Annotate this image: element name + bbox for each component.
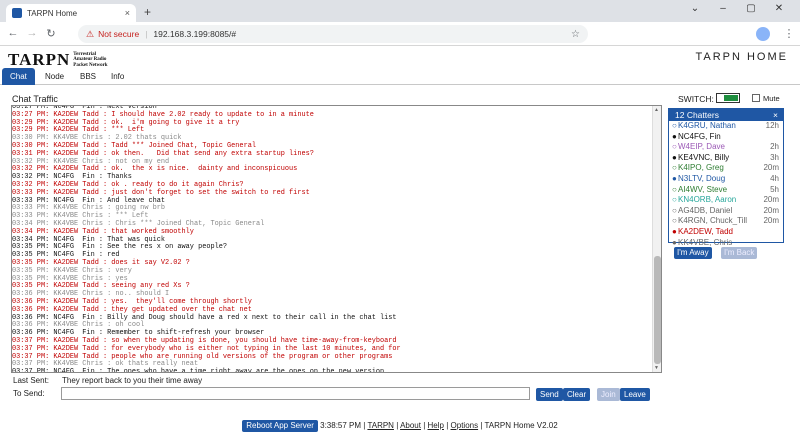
chatter-name: K4GRU, Nathan [678,121,736,130]
reload-icon[interactable]: ↻ [44,27,58,40]
new-tab-icon[interactable]: + [144,5,151,19]
send-button[interactable]: Send [536,388,563,401]
chatters-list: ○K4GRU, Nathan 12h ●NC4FG, Fin ○W4EIP, Dave… [669,121,783,248]
minimize-icon[interactable]: – [716,3,730,14]
browser-menu-icon[interactable]: ⋮ [782,27,796,40]
link-tarpn[interactable]: TARPN [367,421,394,430]
app-tab-bar: Chat Node BBS Info [0,68,800,85]
close-tab-icon[interactable]: × [125,8,130,18]
chatter-item[interactable]: ○K4RGN, Chuck_Till 20m [669,216,783,227]
chatter-idle-time: 5h [770,184,779,194]
chatter-item[interactable]: ○K4IPO, Greg 20m [669,163,783,174]
tab-bbs[interactable]: BBS [72,68,104,85]
scroll-down-icon[interactable]: ▼ [654,365,659,371]
browser-tab[interactable]: TARPN Home × [6,4,136,22]
link-options[interactable]: Options [451,421,479,430]
chatter-idle-time: 20m [763,216,779,226]
url-text[interactable]: 192.168.3.199:8085/# [153,29,236,39]
window-menu-icon[interactable]: ⌄ [688,3,702,14]
chatter-item[interactable]: ●NC4FG, Fin [669,132,783,143]
chatter-name: KA2DEW, Tadd [678,226,733,236]
chatter-item[interactable]: ○KN4ORB, Aaron 20m [669,195,783,206]
back-button[interactable]: I'm Back [721,247,758,259]
browser-tab-title: TARPN Home [27,8,78,18]
scroll-thumb[interactable] [654,256,661,364]
mute-label: Mute [763,94,780,103]
not-secure-label[interactable]: Not secure [98,29,139,39]
away-button[interactable]: I'm Away [674,247,712,259]
chatters-panel: 12 Chatters × ○K4GRU, Nathan 12h ●NC4FG, F… [668,108,784,247]
scroll-up-icon[interactable]: ▲ [654,107,659,113]
chatter-item[interactable]: ○AG4DB, Daniel 20m [669,206,783,217]
chatter-name: NC4FG, Fin [678,131,721,141]
reboot-button[interactable]: Reboot App Server [242,420,318,432]
tarpn-logo: TARPN Terrestrial Amateur Radio Packet N… [8,50,158,69]
to-send-label: To Send: [13,389,45,398]
chat-traffic-title: Chat Traffic [12,94,58,104]
tab-chat[interactable]: Chat [2,68,35,85]
join-button[interactable]: Join [597,388,620,401]
link-help[interactable]: Help [428,421,444,430]
last-sent-label: Last Sent: [13,376,50,385]
forward-arrow-icon[interactable]: → [25,27,39,39]
chatter-idle-time: 2h [770,142,779,152]
leave-button[interactable]: Leave [620,388,650,401]
footer-time: 3:38:57 PM [320,421,362,430]
chatter-item[interactable]: ●KE4VNC, Billy 3h [669,153,783,164]
chatter-item[interactable]: ○W4EIP, Dave 2h [669,142,783,153]
switch-knob [724,95,738,101]
switch-toggle[interactable] [716,93,740,103]
address-bar[interactable]: ⚠ Not secure | 192.168.3.199:8085/# ☆ [78,25,588,43]
profile-avatar[interactable] [756,27,770,41]
chatter-item[interactable]: ○K4GRU, Nathan 12h [669,121,783,132]
chatter-name: KN4ORB, Aaron [678,195,737,205]
chatter-idle-time: 4h [770,173,779,183]
maximize-icon[interactable]: ▢ [744,3,758,14]
last-sent-value: They report back to you their time away [62,376,203,385]
chatter-name: KE4VNC, Billy [678,152,730,162]
chatter-item[interactable]: ●N3LTV, Doug 4h [669,174,783,185]
tab-info[interactable]: Info [103,68,132,85]
chatter-name: AG4DB, Daniel [678,205,733,215]
link-about[interactable]: About [400,421,421,430]
chatter-idle-time: 20m [763,195,779,205]
chatter-name: AI4WV, Steve [678,184,728,194]
chatters-title: 12 Chatters [675,110,719,120]
chatter-name: KK4VBE, Chris [678,237,733,247]
favicon-icon [12,8,22,18]
chatter-idle-time: 12h [765,121,779,130]
warning-icon[interactable]: ⚠ [86,29,94,40]
switch-label: SWITCH: [678,94,714,104]
chatters-header: 12 Chatters × [669,109,783,121]
chatter-idle-time: 3h [770,152,779,162]
close-chatters-icon[interactable]: × [773,109,778,121]
chat-scrollbar[interactable]: ▲ ▼ [652,106,661,372]
chat-line: 03:37 PM: NC4FG Fin : The ones who have … [12,368,385,373]
chatter-name: W4EIP, Dave [678,142,725,152]
chatter-item[interactable]: ●KA2DEW, Tadd [669,227,783,238]
browser-tab-strip: TARPN Home × + ⌄ – ▢ ✕ [0,0,800,22]
chatter-idle-time: 20m [763,205,779,215]
bookmark-star-icon[interactable]: ☆ [571,29,580,40]
tab-node[interactable]: Node [37,68,72,85]
chatter-name: K4RGN, Chuck_Till [678,216,748,226]
back-arrow-icon[interactable]: ← [6,27,20,39]
footer-version: TARPN Home V2.02 [484,421,558,430]
clear-button[interactable]: Clear [563,388,591,401]
browser-toolbar: ← → ↻ ⚠ Not secure | 192.168.3.199:8085/… [0,22,800,46]
chat-traffic-log[interactable]: 03:27 PM: NC4FG Fin : Next version 03:27 … [11,105,662,373]
mute-checkbox[interactable] [752,94,760,102]
to-send-input[interactable] [61,387,530,400]
footer: Reboot App Server 3:38:57 PM | TARPN | A… [0,420,800,432]
chat-lines: 03:27 PM: NC4FG Fin : Next version 03:27 … [12,106,652,373]
page-title: TARPN HOME [695,51,788,63]
chatter-idle-time: 20m [763,163,779,173]
chatter-name: K4IPO, Greg [678,163,724,173]
close-window-icon[interactable]: ✕ [772,3,786,14]
logo-wordmark: TARPN [8,50,71,69]
chatter-name: N3LTV, Doug [678,173,726,183]
logo-tagline: Terrestrial Amateur Radio Packet Network [73,51,108,68]
chatter-item[interactable]: ○AI4WV, Steve 5h [669,185,783,196]
